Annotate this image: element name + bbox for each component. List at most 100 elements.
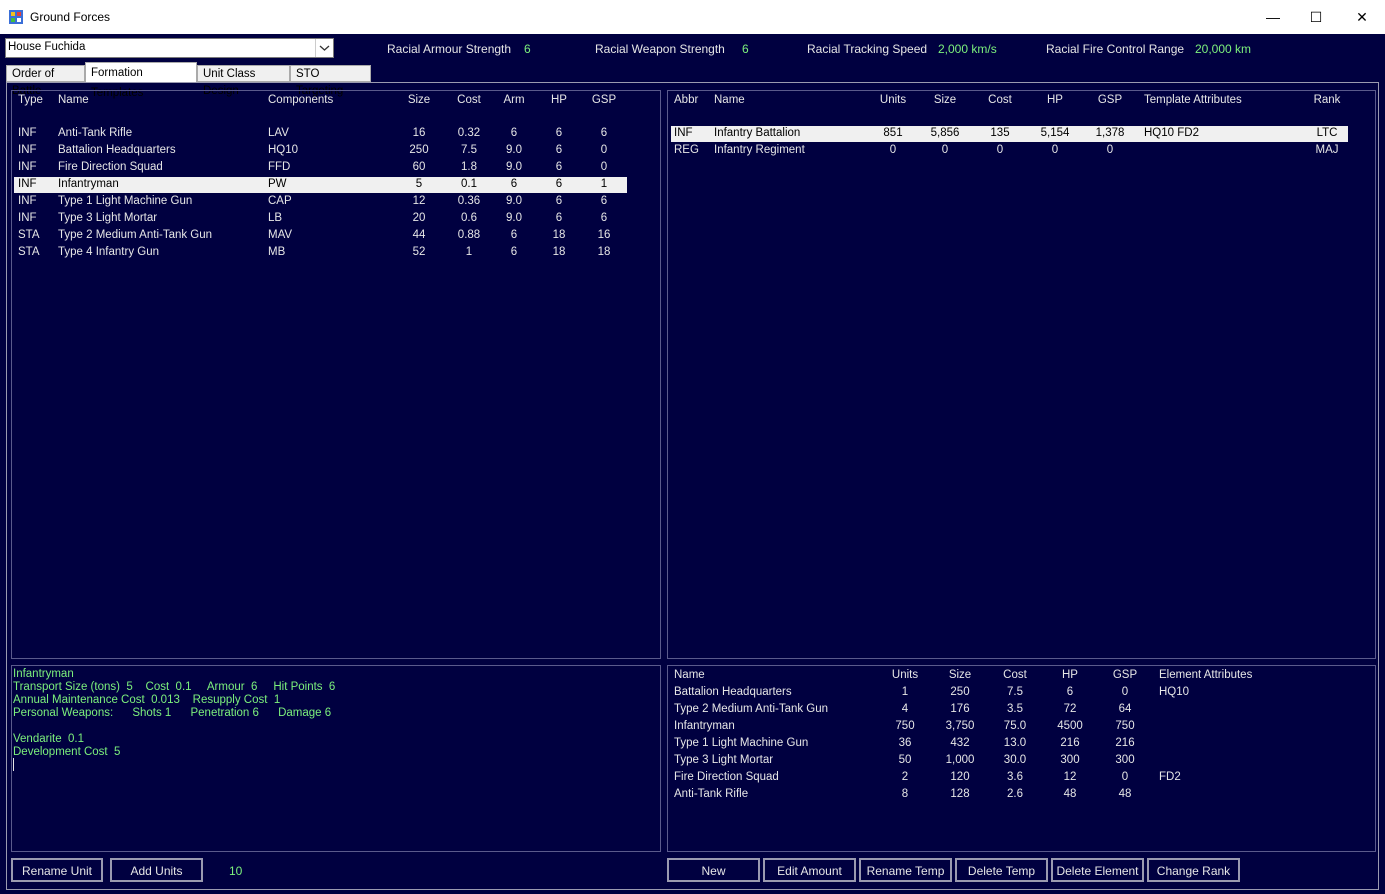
table-cell: Infantry Battalion [714,127,801,139]
table-cell: 12 [412,195,426,207]
table-cell: 3.6 [1007,771,1023,783]
column-header-element-attributes[interactable]: Element Attributes [1159,669,1299,681]
unit-info-line: Development Cost 5 [13,746,121,758]
column-header-cost[interactable]: Cost [1000,669,1030,681]
column-header-rank[interactable]: Rank [1312,94,1342,106]
unit-info-line: Personal Weapons: Shots 1 Penetration 6 … [13,707,332,719]
column-header-size[interactable]: Size [404,94,434,106]
column-header-cost[interactable]: Cost [454,94,484,106]
race-select[interactable]: House Fuchida [5,38,334,58]
add-units-button[interactable]: Add Units [110,858,203,882]
table-cell: 4500 [1057,720,1083,732]
racial-weapon-value: 6 [742,42,749,56]
table-cell: 250 [950,686,970,698]
table-cell: 6 [600,127,608,139]
rename-template-button[interactable]: Rename Temp [859,858,952,882]
chevron-down-icon[interactable] [315,39,333,57]
table-cell: 0 [941,144,949,156]
table-cell: Type 2 Medium Anti-Tank Gun [58,229,213,241]
minimize-button[interactable]: — [1250,0,1296,34]
table-cell: 60 [412,161,426,173]
units-count-input[interactable]: 10 [229,864,242,878]
table-cell: Anti-Tank Rifle [58,127,133,139]
column-header-size[interactable]: Size [925,94,965,106]
column-header-cost[interactable]: Cost [985,94,1015,106]
table-cell: 0 [1106,144,1114,156]
table-cell: 12 [1063,771,1077,783]
table-cell: 6 [555,144,563,156]
table-cell: 128 [950,788,970,800]
table-cell: INF [18,178,37,190]
table-cell: 16 [412,127,426,139]
column-header-gsp[interactable]: GSP [1105,669,1145,681]
table-cell: 48 [1118,788,1132,800]
table-cell: 0 [1121,771,1129,783]
table-cell: 0 [1051,144,1059,156]
app-icon [9,10,23,24]
table-cell: 18 [552,246,566,258]
table-cell: REG [674,144,699,156]
table-cell: Infantry Regiment [714,144,805,156]
table-cell: 2 [901,771,909,783]
racial-armour-value: 6 [524,42,531,56]
edit-amount-button[interactable]: Edit Amount [763,858,856,882]
column-header-hp[interactable]: HP [544,94,574,106]
table-cell: 0.36 [457,195,481,207]
tab-formation-templates[interactable]: Formation Templates [85,62,197,99]
unit-info-line: Vendarite 0.1 [13,733,84,745]
column-header-name[interactable]: Name [674,669,874,681]
column-header-hp[interactable]: HP [1035,94,1075,106]
change-rank-button[interactable]: Change Rank [1147,858,1240,882]
table-cell: INF [18,127,37,139]
table-cell: Fire Direction Squad [674,771,779,783]
table-cell: 6 [555,195,563,207]
column-header-gsp[interactable]: GSP [1090,94,1130,106]
column-header-units[interactable]: Units [873,94,913,106]
table-cell: FFD [268,161,291,173]
column-header-gsp[interactable]: GSP [589,94,619,106]
table-cell: 30.0 [1003,754,1027,766]
table-cell: 0 [889,144,897,156]
tab-unit-class-design[interactable]: Unit Class Design [197,65,290,97]
column-header-name[interactable]: Name [714,94,864,106]
table-cell: INF [18,161,37,173]
column-header-arm[interactable]: Arm [499,94,529,106]
table-cell: 64 [1118,703,1132,715]
table-cell: 3.5 [1007,703,1023,715]
table-cell: 9.0 [506,161,522,173]
table-cell: INF [674,127,693,139]
delete-element-button[interactable]: Delete Element [1051,858,1144,882]
delete-template-button[interactable]: Delete Temp [955,858,1048,882]
column-header-abbr[interactable]: Abbr [674,94,709,106]
tab-order-of-battle[interactable]: Order of Battle [6,65,85,97]
table-cell: 0.1 [461,178,477,190]
column-header-hp[interactable]: HP [1050,669,1090,681]
tab-sto-targeting[interactable]: STO Targeting [290,65,371,97]
column-header-name[interactable]: Name [58,94,258,106]
formation-template-list[interactable] [667,90,1376,659]
table-cell: Type 3 Light Mortar [674,754,774,766]
column-header-components[interactable]: Components [268,94,348,106]
column-header-type[interactable]: Type [18,94,48,106]
table-cell: 36 [898,737,912,749]
rename-unit-button[interactable]: Rename Unit [11,858,103,882]
table-cell: LB [268,212,283,224]
column-header-size[interactable]: Size [940,669,980,681]
table-cell: 6 [510,127,518,139]
maximize-button[interactable]: ☐ [1293,0,1339,34]
table-cell: 0 [600,144,608,156]
table-cell: Type 4 Infantry Gun [58,246,160,258]
table-cell: 1,378 [1095,127,1125,139]
table-cell: 432 [950,737,970,749]
table-cell: 72 [1063,703,1077,715]
column-header-units[interactable]: Units [885,669,925,681]
table-cell: 216 [1115,737,1135,749]
table-cell: 7.5 [1007,686,1023,698]
new-template-button[interactable]: New [667,858,760,882]
column-header-template-attributes[interactable]: Template Attributes [1144,94,1264,106]
table-cell: Infantryman [674,720,735,732]
table-cell: Type 3 Light Mortar [58,212,158,224]
table-cell: MAJ [1315,144,1339,156]
close-button[interactable]: ✕ [1339,0,1385,34]
table-cell: 0 [600,161,608,173]
